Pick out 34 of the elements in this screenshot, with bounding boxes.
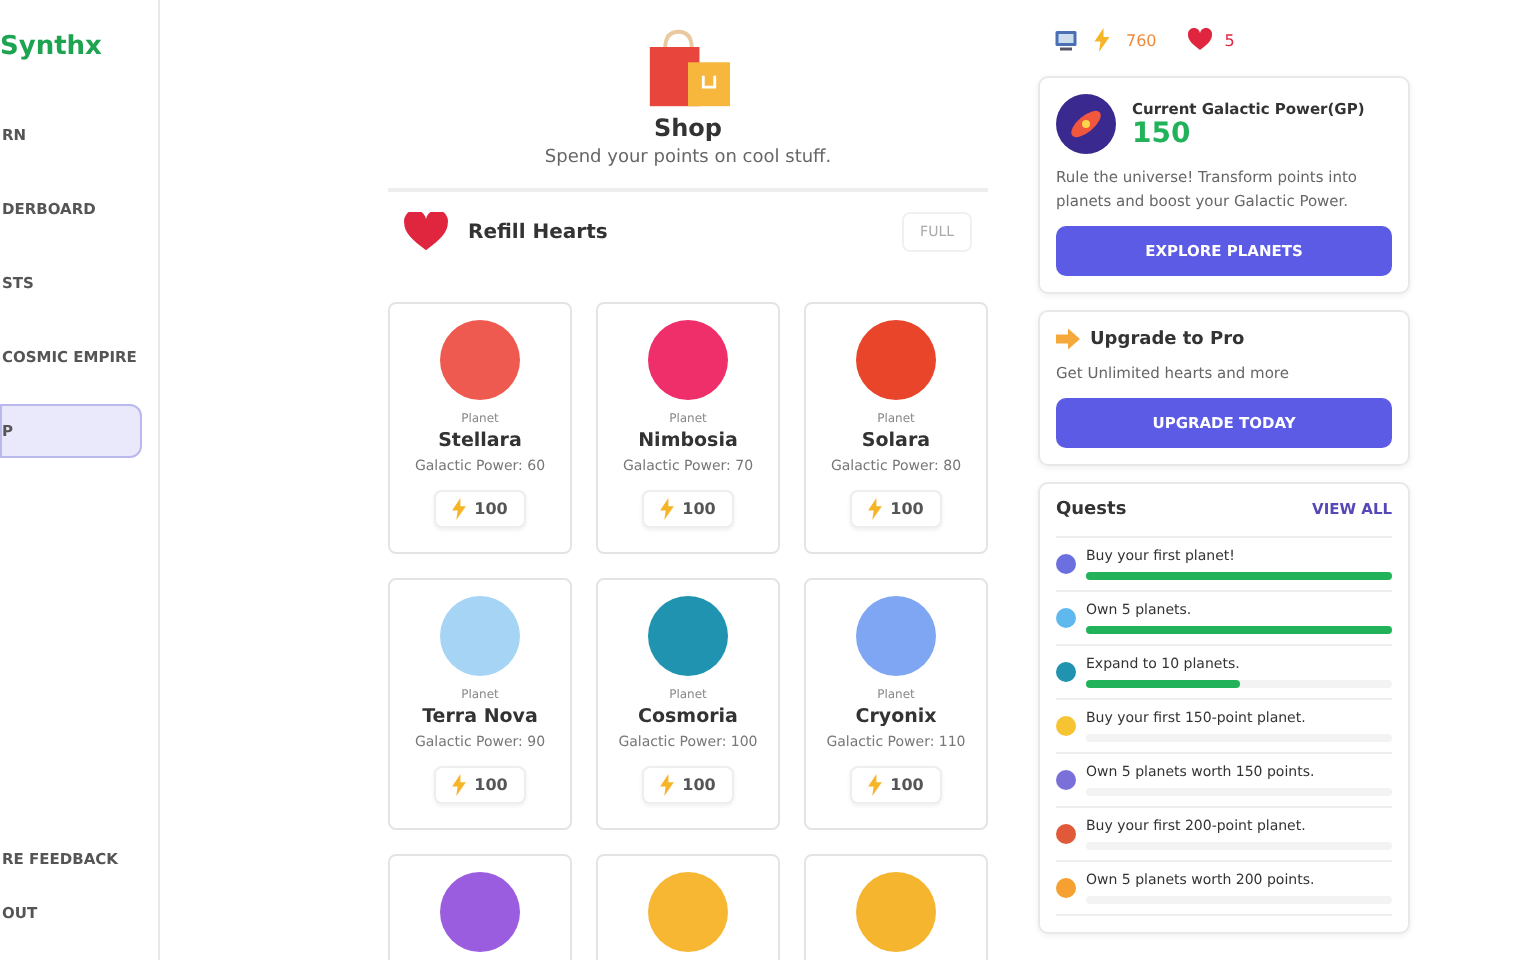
price-button[interactable]: 100 bbox=[434, 766, 526, 804]
monitor-icon bbox=[1054, 28, 1078, 52]
lightning-icon bbox=[660, 774, 675, 796]
price-button[interactable]: 100 bbox=[850, 766, 942, 804]
lightning-icon bbox=[452, 774, 467, 796]
planet-name: Solara bbox=[861, 430, 931, 452]
power-value: 150 bbox=[1132, 117, 1193, 149]
page-title: Shop bbox=[653, 114, 723, 142]
lightning-icon bbox=[660, 498, 675, 520]
heart-icon bbox=[404, 212, 448, 252]
points-count: 760 bbox=[1126, 31, 1157, 49]
pro-title: Upgrade to Pro bbox=[1090, 329, 1245, 349]
lightning-icon bbox=[868, 498, 883, 520]
refill-label: Refill Hearts bbox=[468, 221, 610, 243]
shopping-bags-icon bbox=[646, 28, 730, 108]
price-button[interactable]: 100 bbox=[642, 490, 734, 528]
price-button[interactable]: 100 bbox=[642, 766, 734, 804]
price-button[interactable]: 100 bbox=[850, 490, 942, 528]
planet-name: Nimbosia bbox=[638, 430, 738, 452]
heart-icon bbox=[1188, 28, 1213, 52]
galaxy-icon bbox=[1056, 94, 1116, 154]
quests-title: Quests bbox=[1056, 500, 1127, 520]
lightning-icon bbox=[1090, 28, 1114, 52]
logo-text: Synthx bbox=[0, 30, 104, 66]
planet-name: Cryonix bbox=[855, 706, 937, 728]
lightning-icon bbox=[868, 774, 883, 796]
hearts-count: 5 bbox=[1224, 31, 1235, 49]
arrow-icon bbox=[1056, 328, 1080, 350]
planet-name: Cosmoria bbox=[638, 706, 738, 728]
page-subtitle: Spend your points on cool stuff. bbox=[544, 148, 832, 168]
planet-name: Terra Nova bbox=[422, 706, 538, 728]
planet-name: Stellara bbox=[438, 430, 522, 452]
price-button[interactable]: 100 bbox=[434, 490, 526, 528]
lightning-icon bbox=[452, 498, 467, 520]
